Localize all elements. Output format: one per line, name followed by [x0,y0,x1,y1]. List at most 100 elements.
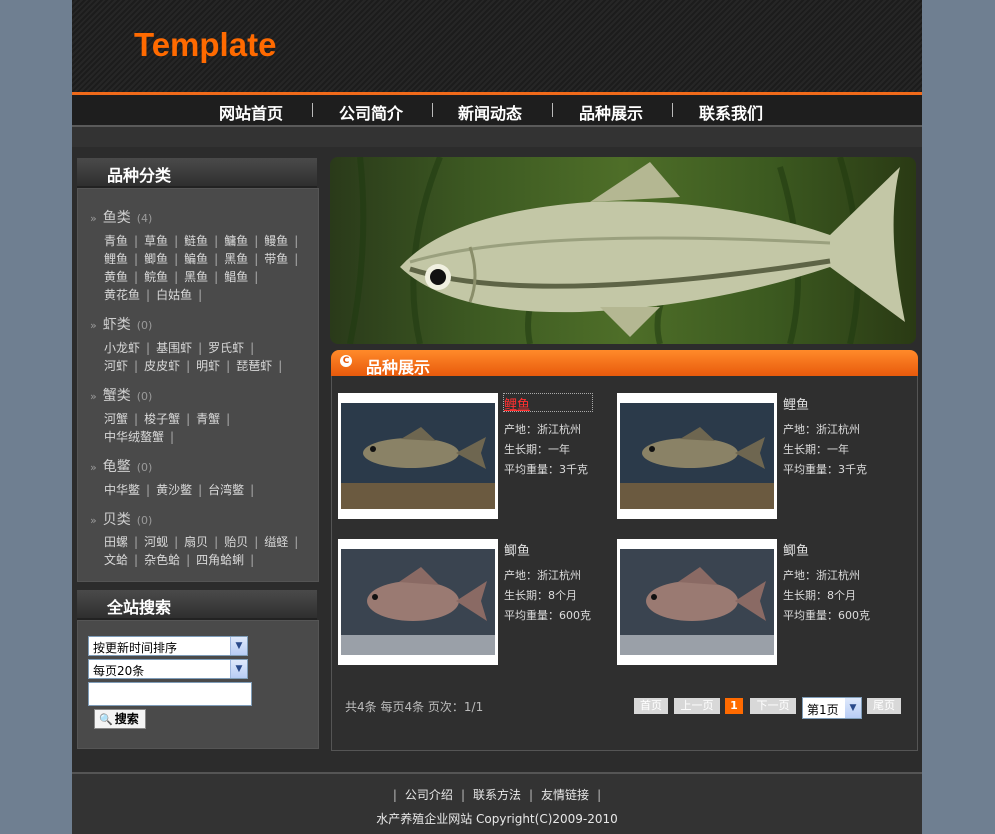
category-fish[interactable]: » 鱼类 (4) [90,207,152,227]
category-panel-header: 品种分类 [77,158,317,188]
subcategory-link[interactable]: 黑鱼 [184,270,208,284]
subcategory-link[interactable]: 河蚬 [144,535,168,549]
subcategory-link[interactable]: 扇贝 [184,535,208,549]
prev-page-button[interactable]: 上一页 [674,698,720,714]
subcategory-link[interactable]: 田螺 [104,535,128,549]
subcategory-link[interactable]: 带鱼 [264,252,288,266]
circle-c-icon: C [340,355,352,367]
search-icon: 🔍 [99,713,113,726]
subcategory-link[interactable]: 河蟹 [104,412,128,426]
subcategory-link[interactable]: 鲤鱼 [104,252,128,266]
product-name-link[interactable]: 鲤鱼 [783,394,809,413]
products-panel-header: C 品种展示 [331,350,918,377]
subcategory-link[interactable]: 皮皮虾 [144,359,180,373]
footer: | 公司介绍 | 联系方法 | 友情链接 | 水产养殖企业网站 Copyright(C)20… [72,772,922,834]
footer-link-friends[interactable]: 友情链接 [541,788,589,802]
chevron-down-icon[interactable]: ▼ [845,698,861,718]
nav-item-contact[interactable]: 联系我们 [699,100,763,124]
subcategory-row: 文蛤 | 杂色蛤 | 四角蛤蜊 | [104,553,255,567]
double-chevron-icon: » [90,319,97,332]
carp-image [620,403,774,509]
sort-select[interactable]: 按更新时间排序 ▼ [88,636,248,656]
product-name-link[interactable]: 鲫鱼 [783,540,809,559]
nav-separator [672,103,673,117]
category-count: (0) [136,319,153,332]
product-origin: 产地：浙江杭州 [504,423,581,436]
category-shellfish[interactable]: » 贝类 (0) [90,509,152,529]
subcategory-link[interactable]: 四角蛤蜊 [196,553,244,567]
subcategory-link[interactable]: 鲳鱼 [224,270,248,284]
subcategory-link[interactable]: 文蛤 [104,553,128,567]
subcategory-link[interactable]: 黄鱼 [104,270,128,284]
category-turtle[interactable]: » 龟鳖 (0) [90,456,152,476]
double-chevron-icon: » [90,212,97,225]
subcategory-link[interactable]: 黄沙鳖 [156,483,192,497]
category-count: (0) [136,461,153,474]
subcategory-link[interactable]: 贻贝 [224,535,248,549]
product-thumbnail[interactable] [617,393,777,519]
subcategory-link[interactable]: 白姑鱼 [156,288,192,302]
subcategory-row: 小龙虾 | 基围虾 | 罗氏虾 | [104,341,255,355]
subcategory-link[interactable]: 青鱼 [104,234,128,248]
product-thumbnail[interactable] [338,393,498,519]
subcategory-link[interactable]: 黑鱼 [224,252,248,266]
footer-link-about[interactable]: 公司介绍 [405,788,453,802]
search-button[interactable]: 🔍 搜索 [94,709,146,729]
subcategory-row: 河虾 | 皮皮虾 | 明虾 | 琵琶虾 | [104,359,283,373]
nav-item-home[interactable]: 网站首页 [219,100,283,124]
subcategory-link[interactable]: 鳙鱼 [224,234,248,248]
page-select[interactable]: 第1页 ▼ [802,697,862,719]
current-page-button[interactable]: 1 [725,698,743,714]
nav-item-products[interactable]: 品种展示 [579,100,643,124]
product-name-link[interactable]: 鲤鱼 [503,393,593,413]
product-thumbnail[interactable] [617,539,777,665]
category-count: (0) [136,390,153,403]
footer-link-contact[interactable]: 联系方法 [473,788,521,802]
subcategory-link[interactable]: 青蟹 [196,412,220,426]
product-origin: 产地：浙江杭州 [783,423,860,436]
search-input[interactable] [88,682,252,706]
subcategory-link[interactable]: 台湾鳖 [208,483,244,497]
subcategory-link[interactable]: 琵琶虾 [236,359,272,373]
product-weight: 平均重量：3千克 [783,463,867,476]
subcategory-link[interactable]: 中华鳖 [104,483,140,497]
subcategory-link[interactable]: 鳊鱼 [184,252,208,266]
nav-item-news[interactable]: 新闻动态 [458,100,522,124]
subcategory-link[interactable]: 杂色蛤 [144,553,180,567]
pager-info: 共4条 每页4条 页次：1/1 [345,700,484,714]
subcategory-link[interactable]: 小龙虾 [104,341,140,355]
per-page-select-value: 每页20条 [93,664,145,678]
nav-item-about[interactable]: 公司简介 [339,100,403,124]
subcategory-link[interactable]: 鲢鱼 [184,234,208,248]
logo[interactable]: Template [134,26,276,64]
subcategory-link[interactable]: 基围虾 [156,341,192,355]
category-shrimp[interactable]: » 虾类 (0) [90,314,152,334]
product-weight: 平均重量：3千克 [504,463,588,476]
last-page-button[interactable]: 尾页 [867,698,901,714]
subcategory-link[interactable]: 草鱼 [144,234,168,248]
subcategory-row: 河蟹 | 梭子蟹 | 青蟹 | [104,412,231,426]
subcategory-link[interactable]: 黄花鱼 [104,288,140,302]
subcategory-link[interactable]: 鲫鱼 [144,252,168,266]
product-name-link[interactable]: 鲫鱼 [504,540,530,559]
subcategory-link[interactable]: 鲩鱼 [144,270,168,284]
subcategory-link[interactable]: 河虾 [104,359,128,373]
category-label: 蟹类 [102,388,131,404]
product-growth: 生长期：一年 [783,443,849,456]
first-page-button[interactable]: 首页 [634,698,668,714]
per-page-select[interactable]: 每页20条 ▼ [88,659,248,679]
subcategory-link[interactable]: 缢蛏 [264,535,288,549]
chevron-down-icon[interactable]: ▼ [230,637,247,655]
subcategory-link[interactable]: 梭子蟹 [144,412,180,426]
subcategory-link[interactable]: 明虾 [196,359,220,373]
category-panel: » 鱼类 (4) 青鱼 | 草鱼 | 鲢鱼 | 鳙鱼 | 鳗鱼 | 鲤鱼 | 鲫鱼 | 鳊鱼 | 黑鱼 | 带鱼 | 黄… [77,188,319,582]
next-page-button[interactable]: 下一页 [750,698,796,714]
products-panel-title: 品种展示 [366,358,431,377]
double-chevron-icon: » [90,390,97,403]
product-thumbnail[interactable] [338,539,498,665]
subcategory-link[interactable]: 罗氏虾 [208,341,244,355]
subcategory-link[interactable]: 鳗鱼 [264,234,288,248]
category-crab[interactable]: » 蟹类 (0) [90,385,152,405]
subcategory-link[interactable]: 中华绒螯蟹 [104,430,164,444]
chevron-down-icon[interactable]: ▼ [230,660,247,678]
